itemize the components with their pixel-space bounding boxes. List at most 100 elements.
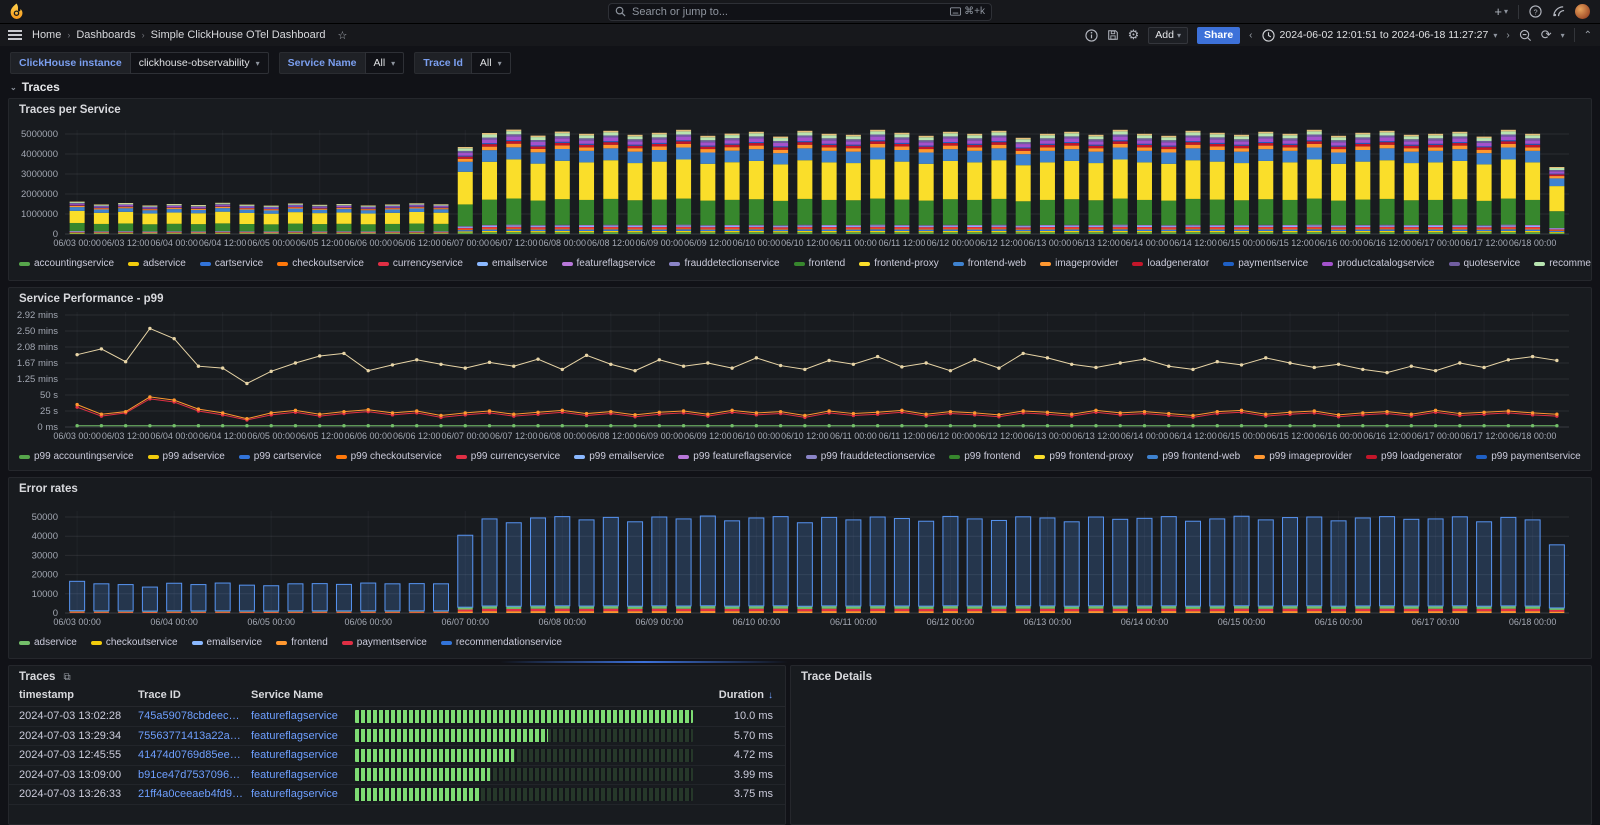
p99-line-chart[interactable]: 0 ms25 s50 s1.25 mins1.67 mins2.08 mins2… xyxy=(9,307,1575,445)
legend-item[interactable]: p99 imageprovider xyxy=(1254,451,1352,462)
variable-value-dropdown[interactable]: All▾ xyxy=(471,52,511,74)
legend-item[interactable]: checkoutservice xyxy=(277,258,364,269)
traces-per-service-chart[interactable]: 01000000200000030000004000000500000006/0… xyxy=(9,118,1575,252)
chevron-right-icon: › xyxy=(142,30,145,40)
legend-item[interactable]: p99 emailservice xyxy=(574,451,664,462)
legend-item[interactable]: p99 loadgenerator xyxy=(1366,451,1462,462)
breadcrumb-dashboards[interactable]: Dashboards xyxy=(76,29,135,41)
collapse-toolbar-icon[interactable]: ⌃ xyxy=(1584,30,1592,41)
legend-item[interactable]: p99 frontend-web xyxy=(1147,451,1240,462)
cell-trace-id-link[interactable]: 21ff4a0ceeaeb4fd90af0... xyxy=(138,788,251,800)
panel-info-icon[interactable] xyxy=(1085,29,1098,42)
time-range-picker[interactable]: 2024-06-02 12:01:51 to 2024-06-18 11:27:… xyxy=(1262,29,1498,42)
legend-item[interactable]: recommendationservice xyxy=(1534,258,1591,269)
legend-item[interactable]: frauddetectionservice xyxy=(669,258,779,269)
legend-item[interactable]: emailservice xyxy=(192,637,263,648)
column-header-service-name[interactable]: Service Name xyxy=(251,689,355,701)
zoom-out-icon[interactable] xyxy=(1519,29,1532,42)
legend-item[interactable]: p99 adservice xyxy=(148,451,225,462)
legend-item[interactable]: frontend xyxy=(794,258,846,269)
cell-service-link[interactable]: featureflagservice xyxy=(251,788,355,800)
legend-item[interactable]: p99 checkoutservice xyxy=(336,451,442,462)
sort-desc-icon: ↓ xyxy=(768,690,773,701)
section-row-traces[interactable]: ⌄ Traces xyxy=(10,80,60,94)
legend-item[interactable]: emailservice xyxy=(477,258,548,269)
cell-service-link[interactable]: featureflagservice xyxy=(251,749,355,761)
legend-item[interactable]: p99 frontend-proxy xyxy=(1034,451,1133,462)
cell-service-link[interactable]: featureflagservice xyxy=(251,769,355,781)
svg-text:06/15 00:00: 06/15 00:00 xyxy=(1218,238,1266,248)
time-forward-chevron-icon[interactable]: › xyxy=(1506,30,1509,41)
legend-item[interactable]: recommendationservice xyxy=(441,637,562,648)
legend-item[interactable]: p99 frauddetectionservice xyxy=(806,451,936,462)
legend-item[interactable]: checkoutservice xyxy=(91,637,178,648)
svg-text:06/15 12:00: 06/15 12:00 xyxy=(1266,238,1314,248)
favorite-star-icon[interactable]: ☆ xyxy=(338,29,348,42)
legend-item[interactable]: p99 paymentservice xyxy=(1476,451,1581,462)
svg-text:06/13 12:00: 06/13 12:00 xyxy=(1072,431,1120,441)
grafana-logo-icon[interactable] xyxy=(8,3,25,20)
search-input[interactable]: Search or jump to... ⌘+k xyxy=(608,3,992,21)
add-button[interactable]: Add▾ xyxy=(1148,27,1188,44)
legend-item[interactable]: frontend xyxy=(276,637,328,648)
legend-item[interactable]: productcatalogservice xyxy=(1322,258,1434,269)
cell-service-link[interactable]: featureflagservice xyxy=(251,730,355,742)
legend-item[interactable]: frontend-proxy xyxy=(859,258,938,269)
legend-item[interactable]: featureflagservice xyxy=(562,258,656,269)
refresh-interval-caret-icon[interactable]: ▾ xyxy=(1561,31,1565,40)
time-back-chevron-icon[interactable]: ‹ xyxy=(1249,30,1252,41)
legend-item[interactable]: paymentservice xyxy=(1223,258,1308,269)
user-avatar[interactable] xyxy=(1575,4,1590,19)
cell-trace-id-link[interactable]: 41474d0769d85ee2828... xyxy=(138,749,251,761)
legend-item[interactable]: quoteservice xyxy=(1449,258,1521,269)
table-row[interactable]: 2024-07-03 13:26:3321ff4a0ceeaeb4fd90af0… xyxy=(9,785,785,805)
menu-toggle-icon[interactable] xyxy=(8,30,22,40)
legend-item[interactable]: imageprovider xyxy=(1040,258,1118,269)
legend-item[interactable]: adservice xyxy=(19,637,77,648)
panel-title[interactable]: Error rates xyxy=(9,478,1591,497)
refresh-icon[interactable]: ⟳ xyxy=(1541,27,1552,43)
legend-item[interactable]: p99 currencyservice xyxy=(456,451,560,462)
cell-trace-id-link[interactable]: b91ce47d753709695f1d... xyxy=(138,769,251,781)
variable-value-dropdown[interactable]: All▾ xyxy=(365,52,405,74)
settings-gear-icon[interactable]: ⚙ xyxy=(1128,27,1140,43)
table-row[interactable]: 2024-07-03 13:29:3475563771413a22a54618.… xyxy=(9,727,785,747)
svg-text:06/03 00:00: 06/03 00:00 xyxy=(53,238,101,248)
legend-item[interactable]: paymentservice xyxy=(342,637,427,648)
cell-service-link[interactable]: featureflagservice xyxy=(251,710,355,722)
panel-title[interactable]: Traces per Service xyxy=(9,99,1591,118)
column-header-timestamp[interactable]: timestamp xyxy=(9,689,138,701)
breadcrumb-home[interactable]: Home xyxy=(32,29,61,41)
svg-text:50000: 50000 xyxy=(32,512,58,523)
legend-item[interactable]: frontend-web xyxy=(953,258,1026,269)
legend-label: emailservice xyxy=(207,637,263,648)
legend-item[interactable]: accountingservice xyxy=(19,258,114,269)
legend-item[interactable]: p99 featureflagservice xyxy=(678,451,791,462)
legend-item[interactable]: cartservice xyxy=(200,258,263,269)
save-icon[interactable] xyxy=(1107,29,1119,41)
variable-value-dropdown[interactable]: clickhouse-observability▾ xyxy=(130,52,269,74)
legend-item[interactable]: p99 accountingservice xyxy=(19,451,134,462)
cell-trace-id-link[interactable]: 75563771413a22a54618... xyxy=(138,730,251,742)
column-header-trace-id[interactable]: Trace ID xyxy=(138,689,251,701)
legend-item[interactable]: adservice xyxy=(128,258,186,269)
legend-item[interactable]: currencyservice xyxy=(378,258,463,269)
panel-links-icon[interactable]: ⧉ xyxy=(63,672,70,683)
cell-trace-id-link[interactable]: 745a59078cbdeec39b7... xyxy=(138,710,251,722)
panel-title[interactable]: Traces ⧉ xyxy=(9,666,785,685)
share-button[interactable]: Share xyxy=(1197,27,1240,44)
table-row[interactable]: 2024-07-03 13:09:00b91ce47d753709695f1d.… xyxy=(9,766,785,786)
error-rates-chart[interactable]: 0100002000030000400005000006/03 00:0006/… xyxy=(9,497,1575,631)
panel-title[interactable]: Service Performance - p99 xyxy=(9,288,1591,307)
cell-timestamp: 2024-07-03 13:26:33 xyxy=(9,788,138,800)
legend-item[interactable]: p99 cartservice xyxy=(239,451,322,462)
table-row[interactable]: 2024-07-03 12:45:5541474d0769d85ee2828..… xyxy=(9,746,785,766)
panel-title[interactable]: Trace Details xyxy=(791,666,1591,685)
table-row[interactable]: 2024-07-03 13:02:28745a59078cbdeec39b7..… xyxy=(9,707,785,727)
news-icon[interactable] xyxy=(1552,5,1565,18)
help-icon[interactable]: ? xyxy=(1529,5,1542,18)
new-dashboard-button[interactable]: +▾ xyxy=(1494,4,1508,19)
column-header-duration[interactable]: Duration↓ xyxy=(707,689,785,701)
legend-item[interactable]: loadgenerator xyxy=(1132,258,1209,269)
legend-item[interactable]: p99 frontend xyxy=(949,451,1020,462)
